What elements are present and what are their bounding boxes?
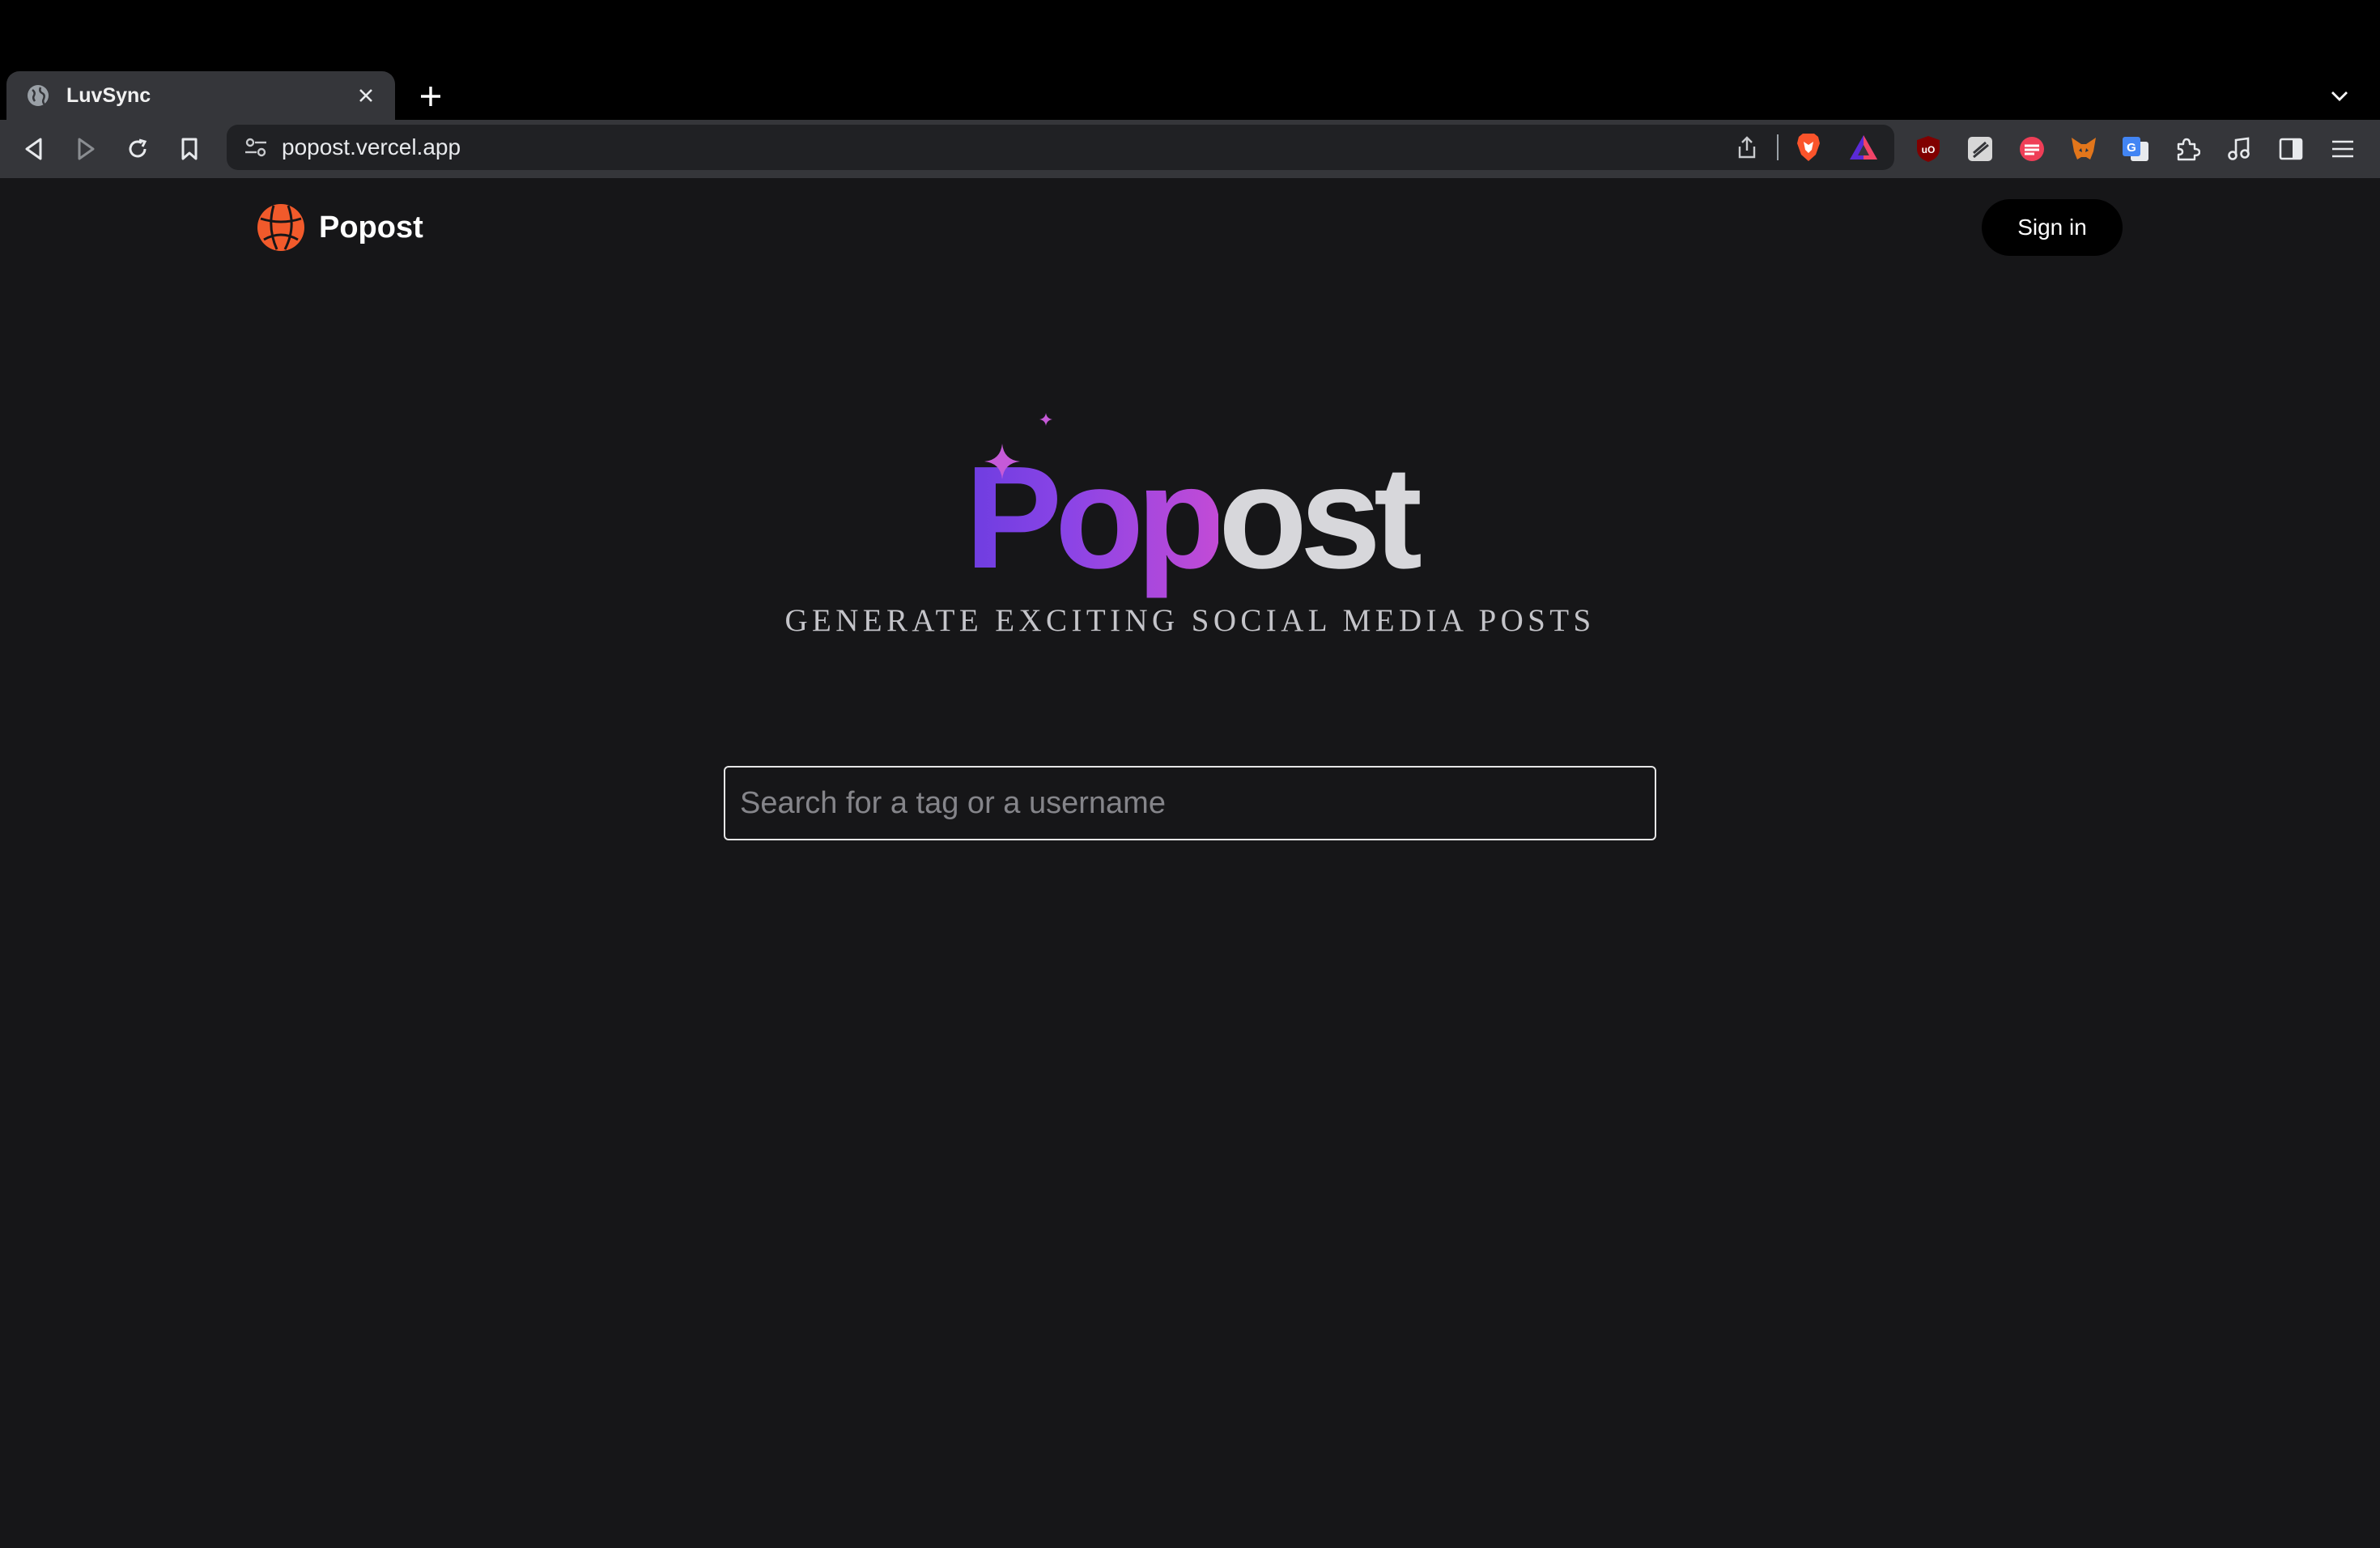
stripe-icon[interactable] bbox=[2014, 131, 2050, 167]
omnibox-divider bbox=[1777, 134, 1779, 160]
brave-rewards-icon[interactable] bbox=[1846, 131, 1881, 164]
globe-icon bbox=[26, 83, 50, 108]
reload-icon bbox=[129, 138, 147, 158]
hero: Popost bbox=[0, 413, 2380, 599]
metamask-icon[interactable] bbox=[2066, 131, 2102, 167]
plus-icon bbox=[421, 87, 440, 106]
tagline: GENERATE EXCITING SOCIAL MEDIA POSTS bbox=[784, 603, 1596, 638]
share-icon[interactable] bbox=[1731, 133, 1763, 162]
browser-window: LuvSync popost.vercel.app uO G Popost Si… bbox=[0, 0, 2380, 1548]
tab-strip: LuvSync bbox=[0, 0, 2380, 120]
music-icon[interactable] bbox=[2221, 131, 2257, 167]
notes-icon[interactable] bbox=[1962, 131, 1998, 167]
hero-wordmark: Popost bbox=[965, 413, 1422, 599]
sparkle-small-icon bbox=[1039, 413, 1053, 426]
translate-icon[interactable]: G bbox=[2118, 131, 2153, 167]
bookmark-icon bbox=[181, 138, 198, 160]
search-input[interactable] bbox=[724, 766, 1656, 840]
menu-icon[interactable] bbox=[2325, 131, 2361, 167]
forward-button[interactable] bbox=[65, 128, 107, 170]
brand-link[interactable]: Popost bbox=[256, 202, 423, 253]
tagline-wrap: GENERATE EXCITING SOCIAL MEDIA POSTS bbox=[0, 602, 2380, 639]
brave-shields-icon[interactable] bbox=[1792, 131, 1825, 164]
url-text: popost.vercel.app bbox=[282, 134, 461, 159]
chevron-down-icon bbox=[2331, 91, 2348, 101]
svg-text:G: G bbox=[2127, 141, 2136, 155]
close-icon[interactable] bbox=[353, 83, 379, 108]
basketball-logo-icon bbox=[256, 202, 306, 253]
ublock-icon[interactable]: uO bbox=[1910, 131, 1946, 167]
reload-button[interactable] bbox=[117, 128, 159, 170]
sidebar-icon[interactable] bbox=[2273, 131, 2309, 167]
tab-active[interactable]: LuvSync bbox=[6, 71, 395, 120]
address-bar[interactable]: popost.vercel.app bbox=[227, 125, 1894, 170]
sparkle-icon bbox=[984, 444, 1021, 479]
svg-text:uO: uO bbox=[1922, 144, 1936, 155]
browser-toolbar: popost.vercel.app uO G bbox=[0, 120, 2380, 178]
tab-search-button[interactable] bbox=[2322, 80, 2357, 113]
puzzle-icon[interactable] bbox=[2170, 131, 2205, 167]
hero-plain-text: ost bbox=[1218, 436, 1422, 599]
bookmark-button[interactable] bbox=[168, 128, 210, 170]
web-page: Popost Sign in Popost GENERATE EXCITING … bbox=[0, 178, 2380, 1548]
back-button[interactable] bbox=[13, 128, 55, 170]
tab-title: LuvSync bbox=[66, 83, 151, 107]
sign-in-button[interactable]: Sign in bbox=[1982, 199, 2123, 256]
new-tab-button[interactable] bbox=[413, 79, 448, 114]
back-icon bbox=[25, 138, 42, 160]
forward-icon bbox=[78, 138, 95, 160]
site-settings-icon[interactable] bbox=[243, 134, 269, 160]
brand-name: Popost bbox=[319, 210, 423, 245]
